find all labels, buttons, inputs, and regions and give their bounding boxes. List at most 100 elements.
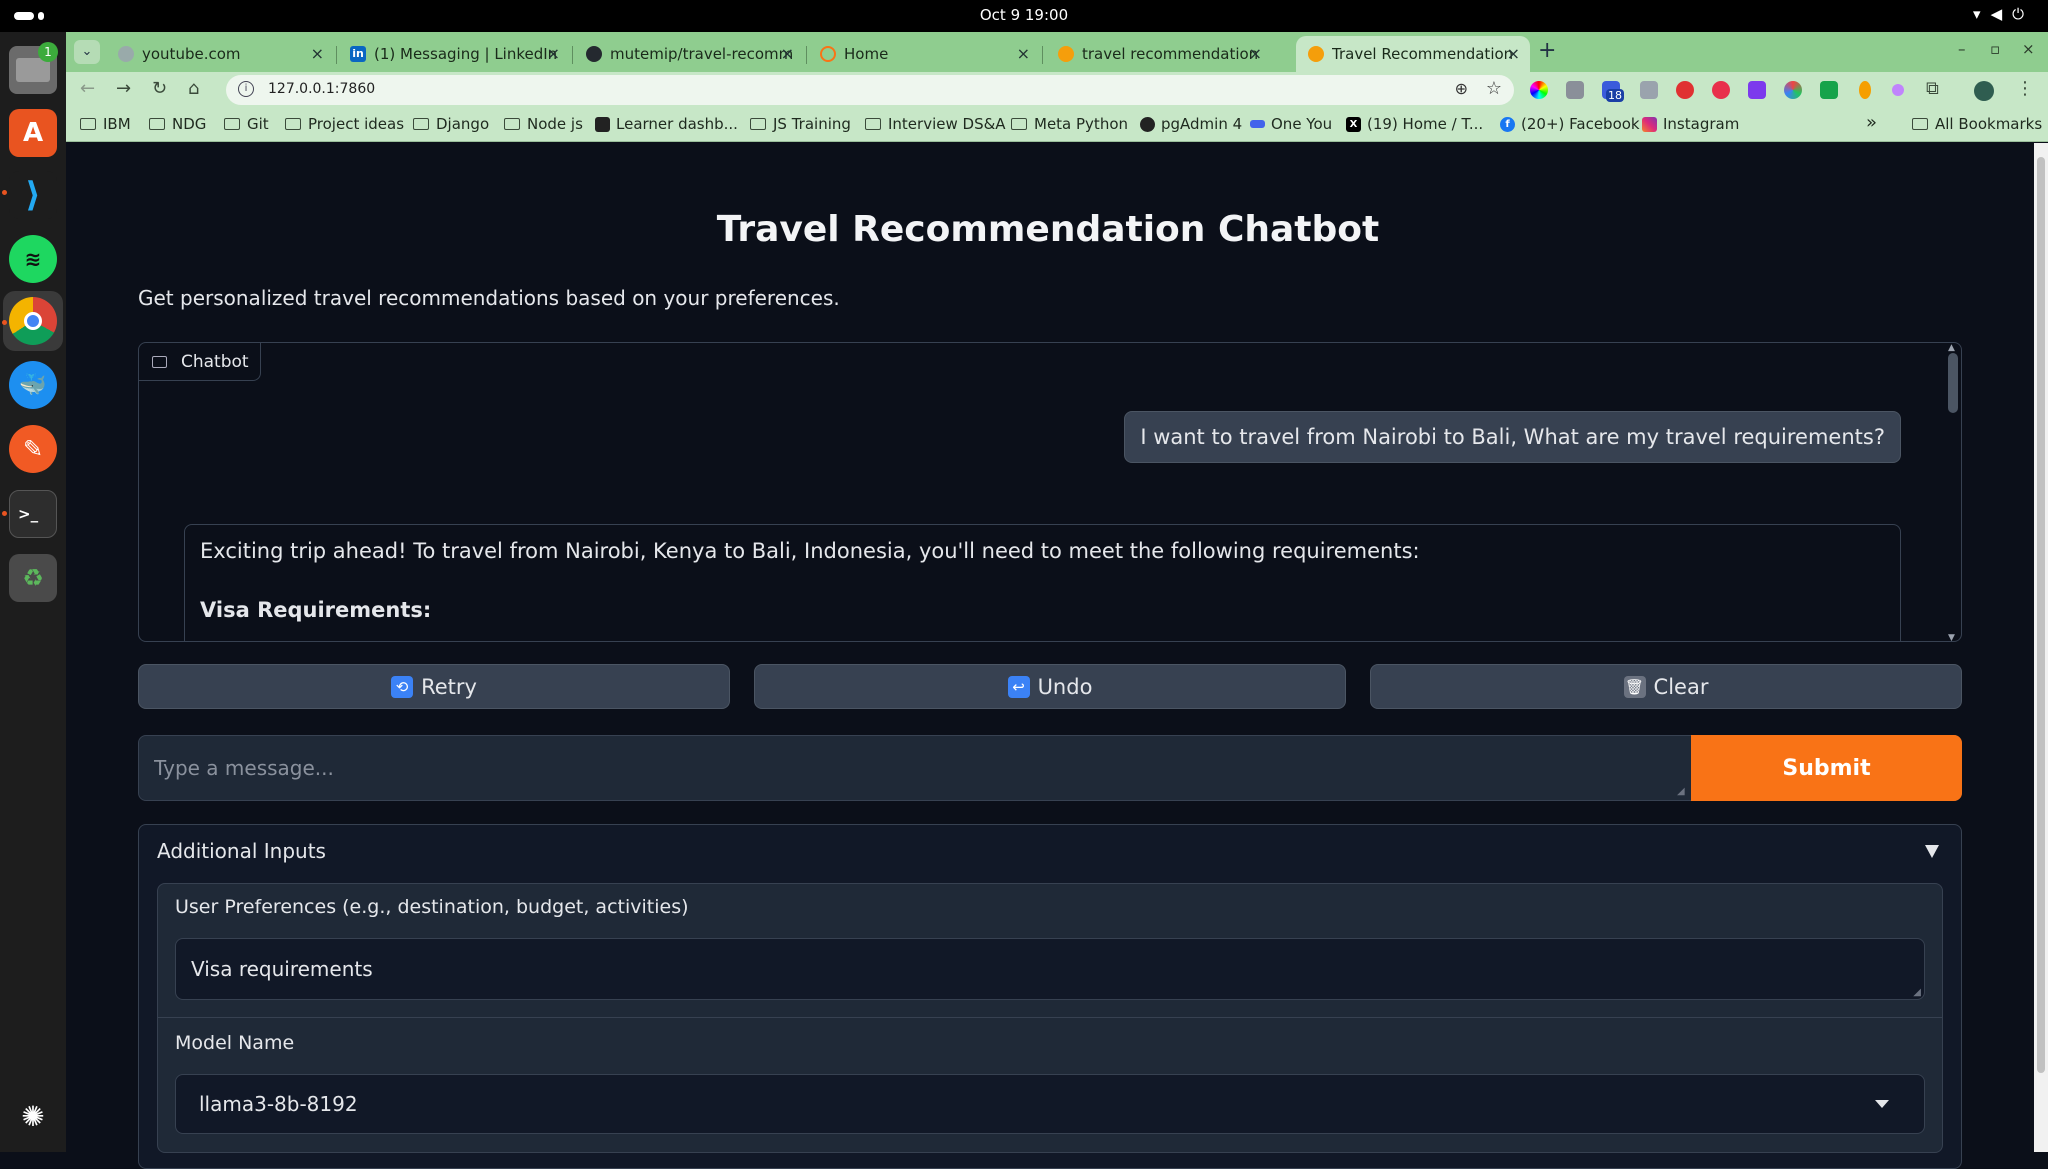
close-icon[interactable]: × (1017, 44, 1030, 63)
close-window-icon[interactable]: × (2022, 40, 2035, 58)
accordion-title[interactable]: Additional Inputs (157, 839, 326, 863)
close-icon[interactable]: × (547, 44, 560, 63)
bookmark-js-training[interactable]: JS Training (750, 115, 851, 133)
site-info-icon[interactable]: i (238, 81, 254, 97)
bookmark-git[interactable]: Git (224, 115, 269, 133)
close-icon[interactable]: × (781, 44, 794, 63)
caret-down-icon[interactable] (1925, 845, 1939, 858)
bookmark-node-js[interactable]: Node js (504, 115, 583, 133)
close-icon[interactable]: × (1249, 44, 1262, 63)
bookmark-instagram[interactable]: Instagram (1642, 115, 1739, 133)
tab-search-button[interactable]: ⌄ (74, 40, 100, 64)
tab-travel-recommendation-search[interactable]: travel recommendation × (1046, 36, 1272, 72)
system-clock[interactable]: Oct 9 19:00 (0, 6, 2048, 24)
address-bar[interactable]: i 127.0.0.1:7860 ⊕ ☆ (226, 75, 1514, 105)
all-bookmarks[interactable]: All Bookmarks (1912, 115, 2042, 133)
model-name-value: llama3-8b-8192 (199, 1092, 358, 1116)
preferences-value: Visa requirements (191, 957, 373, 981)
camera-extension-icon[interactable] (1566, 81, 1584, 99)
adblock-extension-icon[interactable] (1676, 81, 1694, 99)
page-description: Get personalized travel recommendations … (138, 286, 840, 310)
chat-scrollbar[interactable]: ▲ ▼ (1945, 343, 1961, 641)
whatsapp-extension-icon[interactable] (1820, 81, 1838, 99)
page-scrollbar[interactable] (2034, 143, 2048, 1152)
radio-extension-icon[interactable] (1892, 84, 1904, 96)
forward-icon[interactable]: → (116, 78, 131, 99)
edit-extension-icon[interactable] (1640, 81, 1658, 99)
bookmark-interview-dsa[interactable]: Interview DS&A (865, 115, 1006, 133)
menu-kebab-icon[interactable]: ⋮ (2016, 78, 2034, 99)
bookmark-learner-dashboard[interactable]: Learner dashb... (595, 115, 738, 133)
screen-capture-extension-icon[interactable] (1748, 81, 1766, 99)
minimize-icon[interactable]: – (1958, 40, 1966, 58)
tab-home[interactable]: Home × (808, 36, 1040, 72)
bookmarks-overflow-button[interactable]: » (1866, 112, 1877, 133)
submit-button[interactable]: Submit (1691, 735, 1962, 801)
bookmark-ibm[interactable]: IBM (80, 115, 131, 133)
terminal-icon[interactable]: >_ (9, 490, 57, 538)
bookmark-star-icon[interactable]: ☆ (1486, 78, 1502, 99)
system-tray[interactable]: ▾◀⏻ (1973, 5, 2034, 23)
folder-icon (224, 118, 240, 130)
dropdown-caret-icon[interactable] (1875, 1100, 1889, 1108)
chatbot-panel[interactable]: Chatbot I want to travel from Nairobi to… (138, 342, 1962, 642)
bookmark-facebook[interactable]: f (20+) Facebook (1500, 115, 1640, 133)
tab-linkedin[interactable]: in (1) Messaging | LinkedIn × (338, 36, 570, 72)
browser-toolbar: ← → ↻ ⌂ i 127.0.0.1:7860 ⊕ ☆ 18 ⧉ ⋮ (66, 72, 2048, 108)
volume-icon: ◀ (1990, 5, 2013, 23)
retry-button[interactable]: ⟲ Retry (138, 664, 730, 709)
lastpass-extension-icon[interactable] (1712, 81, 1730, 99)
spotify-icon[interactable]: ≋ (9, 235, 57, 283)
model-name-label: Model Name (175, 1032, 295, 1054)
close-icon[interactable]: × (1507, 44, 1520, 63)
model-name-dropdown[interactable]: llama3-8b-8192 (175, 1074, 1925, 1134)
bookmark-project-ideas[interactable]: Project ideas (285, 115, 404, 133)
message-input[interactable] (139, 736, 1691, 800)
chrome-icon[interactable] (9, 297, 57, 345)
facebook-icon: f (1500, 116, 1515, 132)
extension-badge: 18 (1606, 89, 1624, 102)
bookmark-pgadmin[interactable]: pgAdmin 4 (1140, 115, 1242, 133)
circle-extension-icon[interactable] (1784, 81, 1802, 99)
additional-inputs-accordion: Additional Inputs User Preferences (e.g.… (138, 824, 1962, 1169)
undo-icon: ↩ (1007, 675, 1030, 698)
bookmark-meta-python[interactable]: Meta Python (1011, 115, 1128, 133)
bookmark-one-you[interactable]: One You (1250, 115, 1332, 133)
new-tab-button[interactable]: + (1538, 38, 1556, 63)
bookmark-x-home[interactable]: X (19) Home / T... (1346, 115, 1483, 133)
back-icon[interactable]: ← (80, 78, 95, 99)
vscode-icon[interactable]: ⟩ (9, 171, 57, 219)
ubuntu-software-icon[interactable]: A (9, 109, 57, 157)
restore-icon[interactable]: ▫ (1990, 40, 2000, 58)
bookmark-django[interactable]: Django (413, 115, 489, 133)
home-icon[interactable]: ⌂ (188, 78, 199, 99)
tab-github[interactable]: mutemip/travel-recomm × (574, 36, 804, 72)
preferences-label: User Preferences (e.g., destination, bud… (175, 896, 689, 918)
zoom-icon[interactable]: ⊕ (1455, 79, 1468, 98)
profile-avatar[interactable] (1974, 81, 1994, 101)
reload-icon[interactable]: ↻ (152, 78, 167, 99)
extensions-puzzle-icon[interactable]: ⧉ (1926, 78, 1939, 99)
keep-extension-icon[interactable] (1859, 81, 1871, 99)
resize-handle-icon[interactable]: ◢ (1677, 786, 1685, 797)
instagram-icon (1642, 116, 1657, 132)
url-text[interactable]: 127.0.0.1:7860 (268, 81, 375, 97)
message-row: ◢ Submit (138, 735, 1962, 801)
color-picker-extension-icon[interactable] (1530, 81, 1548, 99)
trash-icon[interactable]: ♻ (9, 554, 57, 602)
close-icon[interactable]: × (311, 44, 324, 63)
show-apps-icon[interactable]: ✺ (9, 1092, 57, 1140)
text-editor-icon[interactable]: ✎ (9, 425, 57, 473)
power-icon: ⏻ (2012, 5, 2034, 23)
preferences-input[interactable]: Visa requirements ◢ (175, 938, 1925, 1000)
folder-icon (80, 118, 96, 130)
undo-button[interactable]: ↩ Undo (754, 664, 1346, 709)
resize-handle-icon[interactable]: ◢ (1913, 987, 1921, 998)
one-you-icon (1250, 120, 1265, 128)
dock: 1 A ⟩ ≋ 🐳 ✎ >_ ♻ ✺ (0, 32, 66, 1152)
clear-button[interactable]: 🗑 Clear (1370, 664, 1962, 709)
tab-youtube[interactable]: youtube.com × (106, 36, 334, 72)
tab-travel-recommendation-active[interactable]: Travel Recommendation × (1296, 36, 1530, 72)
docker-icon[interactable]: 🐳 (9, 361, 57, 409)
bookmark-ndg[interactable]: NDG (149, 115, 206, 133)
